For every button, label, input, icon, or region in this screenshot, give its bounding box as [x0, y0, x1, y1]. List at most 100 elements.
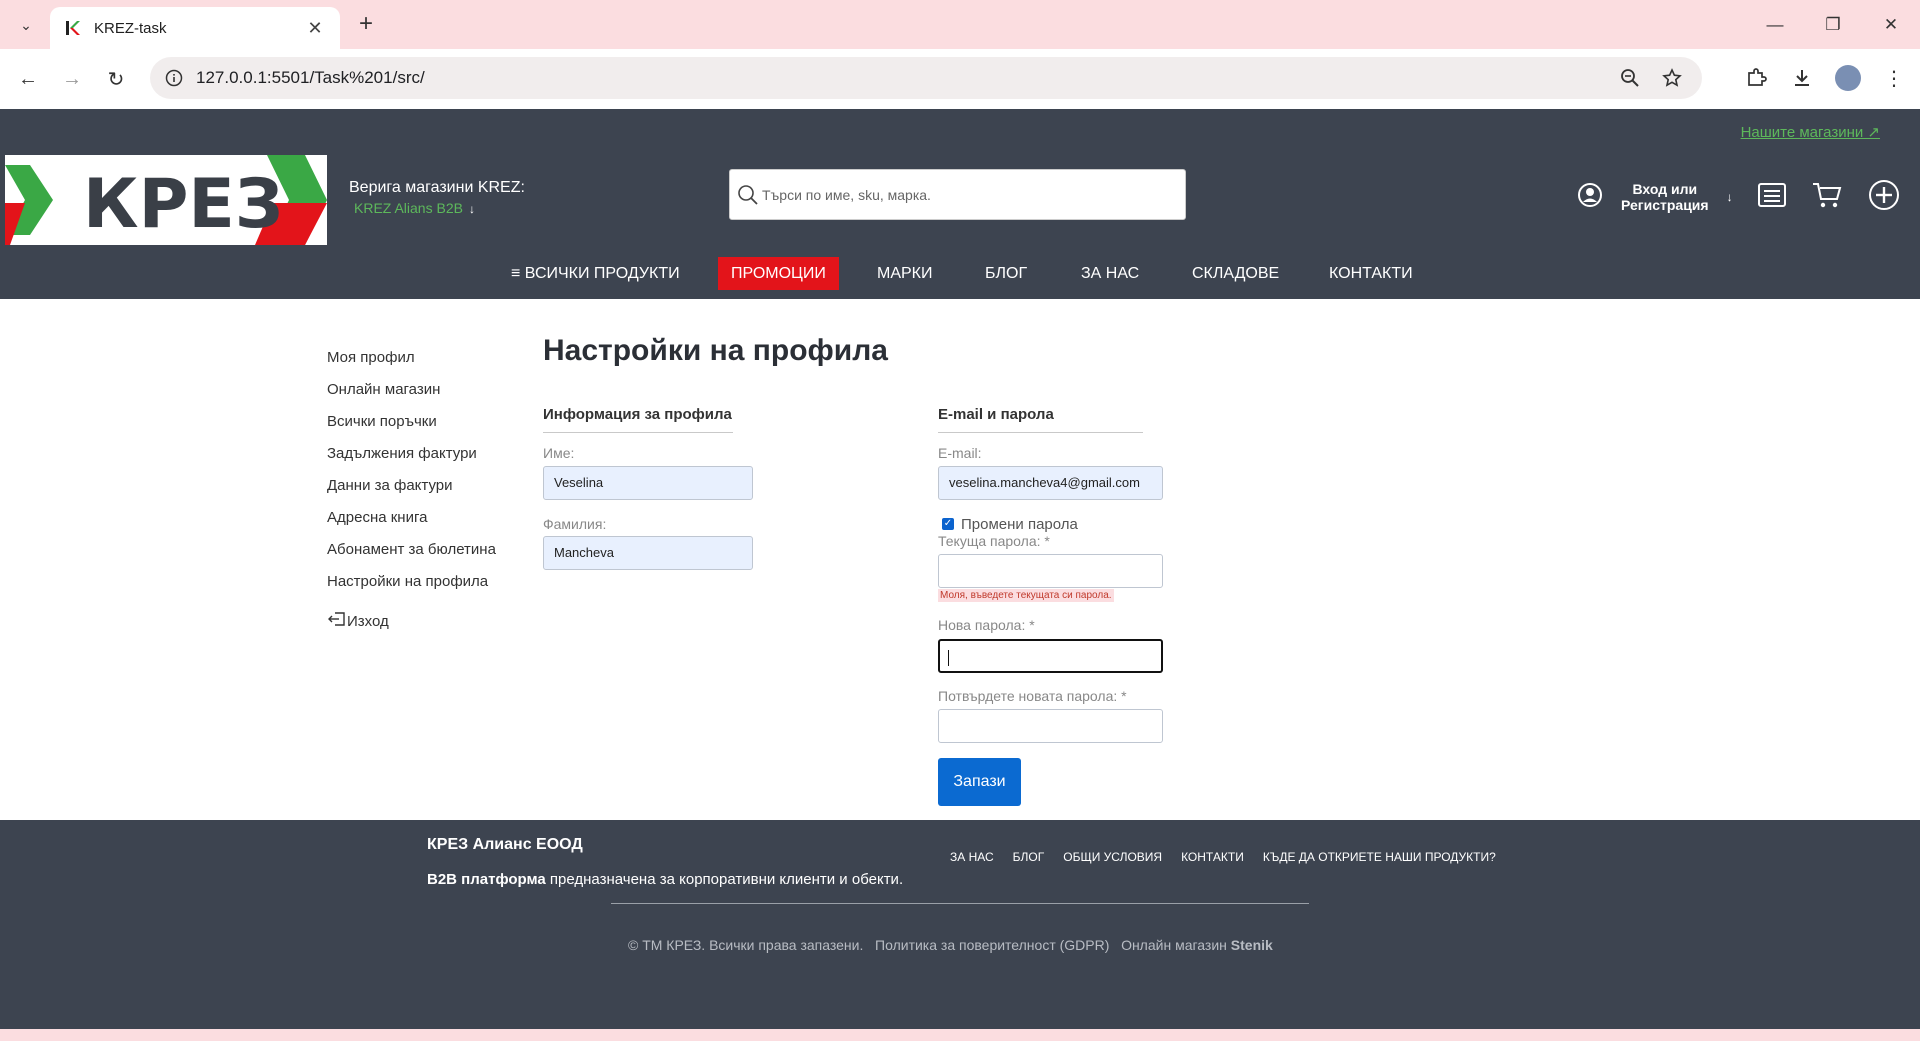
- logout-label: Изход: [347, 613, 389, 630]
- download-icon[interactable]: [1782, 58, 1822, 98]
- footer-online-store-prefix: Онлайн магазин: [1121, 937, 1227, 953]
- change-password-label[interactable]: Промени парола: [961, 516, 1078, 533]
- tab-close-icon[interactable]: ✕: [304, 18, 326, 39]
- url-text[interactable]: 127.0.0.1:5501/Task%201/src/: [196, 68, 1604, 88]
- extensions-icon[interactable]: [1736, 58, 1776, 98]
- footer-links: ЗА НАС БЛОГ ОБЩИ УСЛОВИЯ КОНТАКТИ КЪДЕ Д…: [950, 850, 1515, 864]
- confirm-password-label: Потвърдете новата парола: *: [938, 688, 1127, 704]
- add-circle-icon[interactable]: [1867, 178, 1901, 212]
- site-topbar: Нашите магазини ↗: [0, 109, 1920, 153]
- main-nav: ≡ ВСИЧКИ ПРОДУКТИ ПРОМОЦИИ МАРКИ БЛОГ ЗА…: [0, 246, 1920, 299]
- browser-tabstrip: ⌄ KREZ-task ✕ + — ❐ ✕: [0, 0, 1920, 49]
- login-register-button[interactable]: Вход или Регистрация ↓: [1577, 181, 1733, 213]
- back-icon[interactable]: ←: [12, 63, 44, 95]
- footer-divider: [611, 903, 1309, 904]
- forward-icon[interactable]: →: [56, 63, 88, 95]
- nav-promotions[interactable]: ПРОМОЦИИ: [718, 257, 839, 290]
- os-taskbar: [0, 1029, 1920, 1041]
- footer-description: B2B платформа предназначена за корпорати…: [427, 871, 903, 888]
- krez-favicon-icon: [64, 19, 82, 37]
- first-name-label: Име:: [543, 445, 575, 461]
- logout-icon: [327, 611, 347, 633]
- nav-contacts[interactable]: КОНТАКТИ: [1316, 257, 1426, 290]
- krez-logo[interactable]: КРЕЗ: [5, 155, 327, 245]
- new-password-label: Нова парола: *: [938, 617, 1035, 633]
- logout-link[interactable]: Изход: [327, 606, 496, 638]
- email-password-heading: E-mail и парола: [938, 406, 1143, 433]
- list-icon[interactable]: [1755, 178, 1789, 212]
- current-password-field[interactable]: [938, 554, 1163, 588]
- profile-avatar-icon[interactable]: [1828, 58, 1868, 98]
- new-password-field[interactable]: [938, 639, 1163, 673]
- minimize-icon[interactable]: —: [1746, 0, 1804, 49]
- confirm-password-field[interactable]: [938, 709, 1163, 743]
- footer-link-about[interactable]: ЗА НАС: [950, 850, 994, 864]
- nav-blog[interactable]: БЛОГ: [972, 257, 1040, 290]
- first-name-field[interactable]: Veselina: [543, 466, 753, 500]
- footer-link-blog[interactable]: БЛОГ: [1013, 850, 1045, 864]
- change-password-checkbox[interactable]: ✓: [942, 518, 954, 530]
- zoom-icon[interactable]: [1614, 62, 1646, 94]
- sidebar-item-profile-settings[interactable]: Настройки на профила: [327, 572, 496, 604]
- menu-icon: ≡: [511, 265, 521, 282]
- chevron-down-icon: ↓: [1726, 190, 1733, 204]
- nav-all-products-label: ВСИЧКИ ПРОДУКТИ: [524, 265, 680, 282]
- chevron-down-icon: ↓: [468, 202, 475, 216]
- close-window-icon[interactable]: ✕: [1862, 0, 1920, 49]
- sidebar-item-all-orders[interactable]: Всички поръчки: [327, 412, 496, 444]
- footer-desc-bold: B2B платформа: [427, 871, 546, 888]
- bookmark-star-icon[interactable]: [1656, 62, 1688, 94]
- last-name-field[interactable]: Mancheva: [543, 536, 753, 570]
- current-password-error: Моля, въведете текущата си парола.: [938, 589, 1114, 602]
- current-password-label: Текуща парола: *: [938, 533, 1050, 549]
- footer-desc-rest: предназначена за корпоративни клиенти и …: [545, 871, 904, 888]
- chain-label: Верига магазини KREZ:: [349, 179, 525, 196]
- site-footer: КРЕЗ Алианс ЕООД B2B платформа предназна…: [0, 820, 1920, 1029]
- browser-tab[interactable]: KREZ-task ✕: [50, 7, 340, 49]
- nav-brands[interactable]: МАРКИ: [864, 257, 946, 290]
- sidebar-item-my-profile[interactable]: Моя профил: [327, 348, 496, 380]
- footer-stenik-link[interactable]: Stenik: [1231, 937, 1273, 953]
- site-info-icon[interactable]: [162, 66, 186, 90]
- search-icon: [736, 183, 760, 207]
- browser-menu-icon[interactable]: ⋮: [1874, 58, 1914, 98]
- site-header: КРЕЗ Верига магазини KREZ: KREZ Alians B…: [0, 153, 1920, 246]
- search-placeholder: Търси по име, sku, марка.: [762, 186, 931, 203]
- footer-company: КРЕЗ Алианс ЕООД: [427, 836, 583, 853]
- last-name-label: Фамилия:: [543, 516, 607, 532]
- browser-toolbar: ← → ↻ 127.0.0.1:5501/Task%201/src/ ⋮: [0, 49, 1920, 109]
- tab-title: KREZ-task: [94, 19, 167, 37]
- sidebar-item-online-store[interactable]: Онлайн магазин: [327, 380, 496, 412]
- footer-link-where-to-find[interactable]: КЪДЕ ДА ОТКРИЕТЕ НАШИ ПРОДУКТИ?: [1263, 850, 1496, 864]
- user-icon: [1577, 182, 1603, 212]
- email-field[interactable]: veselina.mancheva4@gmail.com: [938, 466, 1163, 500]
- chain-value: KREZ Alians B2B: [354, 200, 463, 216]
- nav-about[interactable]: ЗА НАС: [1068, 257, 1152, 290]
- sidebar-item-address-book[interactable]: Адресна книга: [327, 508, 496, 540]
- login-line2: Регистрация: [1621, 197, 1709, 213]
- new-tab-icon[interactable]: +: [352, 10, 380, 38]
- account-sidebar: Моя профил Онлайн магазин Всички поръчки…: [327, 348, 496, 638]
- address-bar[interactable]: 127.0.0.1:5501/Task%201/src/: [150, 57, 1702, 99]
- nav-warehouses[interactable]: СКЛАДОВЕ: [1179, 257, 1292, 290]
- page-title: Настройки на профила: [543, 334, 888, 367]
- our-stores-link[interactable]: Нашите магазини ↗: [1741, 123, 1880, 141]
- search-input[interactable]: Търси по име, sku, марка.: [729, 169, 1186, 220]
- footer-copyright-row: © ТМ КРЕЗ. Всички права запазени. Полити…: [628, 937, 1273, 953]
- nav-all-products[interactable]: ≡ ВСИЧКИ ПРОДУКТИ: [498, 257, 693, 290]
- footer-privacy-link[interactable]: Политика за поверителност (GDPR): [875, 937, 1109, 953]
- email-label: E-mail:: [938, 445, 982, 461]
- cart-icon[interactable]: [1810, 178, 1844, 212]
- sidebar-item-invoice-dues[interactable]: Задължения фактури: [327, 444, 496, 476]
- login-text: Вход или Регистрация: [1621, 181, 1709, 213]
- save-button[interactable]: Запази: [938, 758, 1021, 806]
- tab-search-chevron-icon[interactable]: ⌄: [12, 12, 40, 38]
- sidebar-item-newsletter[interactable]: Абонамент за бюлетина: [327, 540, 496, 572]
- restore-icon[interactable]: ❐: [1804, 0, 1862, 49]
- sidebar-item-invoice-data[interactable]: Данни за фактури: [327, 476, 496, 508]
- text-caret: [948, 649, 949, 666]
- chain-selector[interactable]: KREZ Alians B2B ↓: [354, 200, 475, 216]
- reload-icon[interactable]: ↻: [100, 63, 132, 95]
- footer-link-contacts[interactable]: КОНТАКТИ: [1181, 850, 1244, 864]
- footer-link-terms[interactable]: ОБЩИ УСЛОВИЯ: [1063, 850, 1162, 864]
